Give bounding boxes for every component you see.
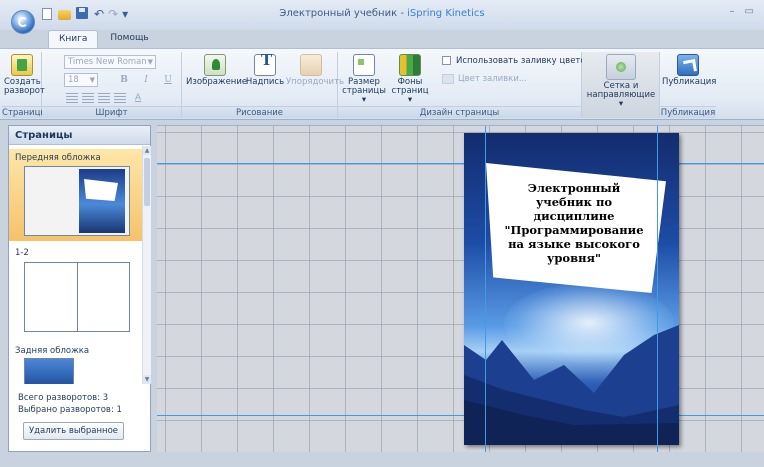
- application-menu-button[interactable]: [11, 10, 35, 34]
- backgrounds-icon: [399, 54, 421, 76]
- total-spreads: Всего разворотов: 3: [18, 393, 109, 403]
- group-drawing: Изображение Надпись Упорядочить Рисовани…: [182, 52, 345, 118]
- thumbnail-back-cover[interactable]: Задняя обложка: [9, 338, 142, 384]
- grid-label-2: направляющие ▾: [586, 90, 656, 109]
- font-name-combo[interactable]: Times New Roman ▼: [64, 55, 156, 69]
- ribbon: Создать разворот Страницы Times New Roma…: [0, 48, 764, 120]
- create-spread-label-2: разворот: [4, 86, 45, 96]
- group-drawing-label: Рисование: [182, 106, 337, 118]
- thumbnail-spread-1-2[interactable]: 1-2: [9, 242, 142, 336]
- align-left-icon[interactable]: [66, 93, 78, 103]
- window-controls: – ▭: [730, 6, 754, 17]
- page-size-label-2: страницы ▾: [342, 86, 386, 105]
- fill-color-label[interactable]: Цвет заливки...: [458, 74, 527, 84]
- font-size-combo[interactable]: 18 ▼: [64, 73, 98, 87]
- minimize-button[interactable]: –: [730, 6, 735, 17]
- chevron-down-icon: ▼: [89, 76, 95, 84]
- text-box-icon: [254, 54, 276, 76]
- group-publish: Публикация Публикация: [660, 52, 716, 118]
- font-color-button[interactable]: A: [132, 92, 144, 104]
- underline-button[interactable]: U: [162, 74, 174, 86]
- app-logo-icon: [18, 17, 28, 27]
- scroll-up-icon[interactable]: ▲: [143, 146, 151, 155]
- group-font: Times New Roman ▼ 18 ▼ B I U A Шрифт: [42, 52, 182, 118]
- font-size-value: 18: [68, 75, 79, 85]
- create-spread-button[interactable]: Создать разворот: [4, 54, 45, 96]
- arrange-label: Упорядочить: [286, 77, 345, 87]
- guide-line-vertical[interactable]: [657, 126, 658, 452]
- align-center-icon[interactable]: [82, 93, 94, 103]
- selected-spreads: Выбрано разворотов: 1: [18, 405, 122, 415]
- arrange-icon: [300, 54, 322, 76]
- use-fill-label: Использовать заливку цветом: [456, 56, 592, 66]
- group-pages-label: Страницы: [2, 106, 48, 118]
- scroll-down-icon[interactable]: ▼: [143, 375, 151, 384]
- page-size-icon: [353, 54, 375, 76]
- restore-button[interactable]: ▭: [745, 6, 754, 17]
- insert-text-label: Надпись: [245, 77, 285, 87]
- scrollbar-thumb[interactable]: [144, 158, 150, 206]
- thumbnail-label: Передняя обложка: [15, 153, 101, 163]
- document-name: Электронный учебник -: [279, 8, 408, 19]
- bold-button[interactable]: B: [118, 74, 130, 86]
- ribbon-tabs: Книга Помощь: [48, 30, 159, 49]
- insert-image-button[interactable]: Изображение: [186, 54, 248, 87]
- mountains-illustration: [464, 325, 679, 445]
- publish-button-label: Публикация: [662, 77, 717, 87]
- page-canvas[interactable]: Электронный учебник по дисциплине "Прогр…: [157, 125, 764, 452]
- align-justify-icon[interactable]: [114, 93, 126, 103]
- guide-line-vertical[interactable]: [485, 126, 486, 452]
- group-pages: Создать разворот Страницы: [2, 52, 48, 118]
- pages-pane: Страницы Передняя обложка 1-2 Задняя обл…: [8, 125, 151, 452]
- app-name: iSpring Kinetics: [407, 8, 485, 19]
- front-cover-page[interactable]: Электронный учебник по дисциплине "Прогр…: [464, 133, 679, 445]
- grid-icon: [606, 54, 636, 80]
- publish-button[interactable]: Публикация: [662, 54, 717, 87]
- align-right-icon[interactable]: [98, 93, 110, 103]
- cover-title-text[interactable]: Электронный учебник по дисциплине "Прогр…: [500, 181, 648, 265]
- create-spread-icon: [11, 54, 33, 76]
- italic-button[interactable]: I: [140, 74, 152, 86]
- page-backgrounds-label-2: страниц ▾: [391, 86, 429, 105]
- thumbnail-label: Задняя обложка: [15, 346, 90, 356]
- group-page-design: Размер страницы ▾ Фоны страниц ▾ Использ…: [338, 52, 592, 118]
- group-page-design-label: Дизайн страницы: [338, 106, 581, 118]
- group-grid: Сетка и направляющие ▾: [582, 52, 660, 118]
- spread-counts: Всего разворотов: 3 Выбрано разворотов: …: [18, 392, 122, 416]
- chevron-down-icon: ▼: [147, 58, 153, 66]
- font-name-value: Times New Roman: [68, 57, 147, 67]
- pages-pane-header: Страницы: [9, 126, 150, 145]
- thumbnails-scrollbar[interactable]: ▲ ▼: [142, 146, 151, 384]
- insert-image-label: Изображение: [186, 77, 248, 87]
- window-title: Электронный учебник - iSpring Kinetics: [0, 8, 764, 19]
- publish-icon: [677, 54, 699, 76]
- fill-color-swatch[interactable]: [442, 74, 454, 84]
- use-fill-checkbox[interactable]: [442, 56, 451, 65]
- insert-text-button[interactable]: Надпись: [244, 54, 286, 87]
- arrange-button[interactable]: Упорядочить: [286, 54, 345, 87]
- thumbnail-image: [24, 166, 130, 236]
- tab-help[interactable]: Помощь: [100, 30, 158, 49]
- tab-book[interactable]: Книга: [48, 30, 99, 49]
- thumbnail-image: [24, 262, 130, 332]
- image-icon: [204, 54, 226, 76]
- page-thumbnails-list: Передняя обложка 1-2 Задняя обложка: [9, 146, 142, 384]
- page-backgrounds-button[interactable]: Фоны страниц ▾: [388, 54, 432, 105]
- page-size-button[interactable]: Размер страницы ▾: [340, 54, 388, 105]
- title-bar: ↶ ↷ ▾ Электронный учебник - iSpring Kine…: [0, 0, 764, 30]
- group-publish-label: Публикация: [660, 106, 716, 118]
- group-font-label: Шрифт: [42, 106, 181, 118]
- thumbnail-image: [24, 358, 74, 384]
- thumbnail-front-cover[interactable]: Передняя обложка: [9, 149, 142, 241]
- delete-selected-button[interactable]: Удалить выбранное: [23, 422, 124, 440]
- thumbnail-label: 1-2: [15, 248, 29, 258]
- grid-guides-button[interactable]: Сетка и направляющие ▾: [584, 54, 658, 109]
